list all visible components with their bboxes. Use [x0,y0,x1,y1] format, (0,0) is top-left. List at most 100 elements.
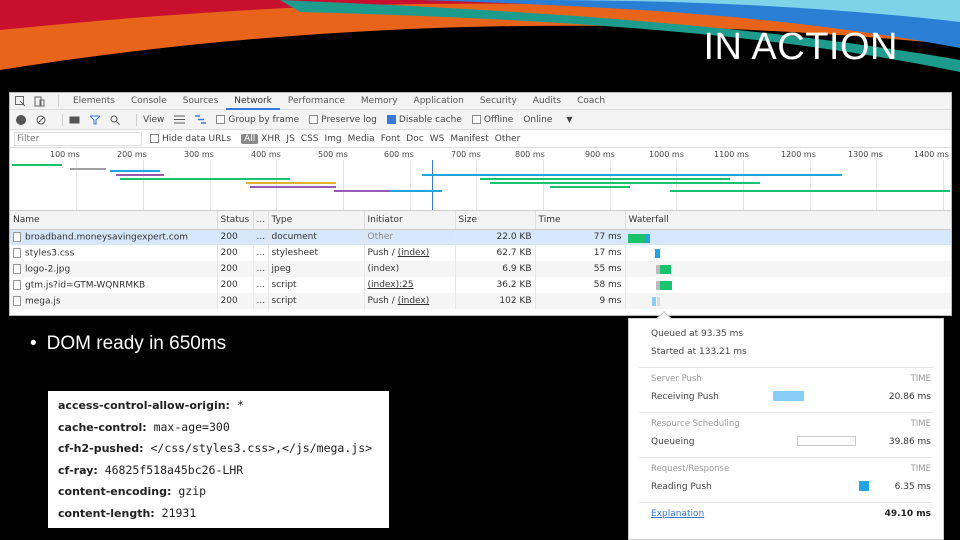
filter-type-xhr[interactable]: XHR [258,134,283,144]
throttling-select[interactable]: Online ▼ [523,115,572,125]
header-row: content-length: 21931 [58,503,379,525]
column-header-status[interactable]: Status [217,211,254,230]
tab-memory[interactable]: Memory [353,93,406,110]
waterfall-cell[interactable] [625,277,951,293]
overview-button[interactable] [195,115,207,124]
waterfall-bar [654,249,660,258]
record-button[interactable] [16,114,26,125]
type-cell: document [268,229,365,245]
request-name: mega.js [25,296,61,307]
waterfall-bar [659,281,672,290]
filter-type-font[interactable]: Font [378,134,404,144]
initiator-link[interactable]: (index):25 [368,280,414,290]
tab-audits[interactable]: Audits [525,93,569,110]
timeline-request-bar [422,174,842,176]
inspect-element-icon[interactable] [14,95,27,107]
search-button[interactable] [110,115,120,125]
more-cell: ... [253,293,269,309]
waterfall-cell[interactable] [625,261,951,277]
tab-network[interactable]: Network [226,93,280,110]
request-name-cell[interactable]: mega.js [10,293,218,309]
search-icon [110,115,120,125]
type-cell: jpeg [268,261,365,277]
filter-type-ws[interactable]: WS [427,134,448,144]
tab-performance[interactable]: Performance [280,93,353,110]
tab-elements[interactable]: Elements [65,93,123,110]
hide-data-urls-checkbox[interactable] [150,134,159,143]
filter-type-manifest[interactable]: Manifest [447,134,491,144]
filter-type-doc[interactable]: Doc [403,134,426,144]
waterfall-cell[interactable] [625,245,951,261]
initiator-link[interactable]: (index) [398,248,430,258]
size-cell: 22.0 KB [455,229,536,245]
offline-checkbox[interactable] [471,115,481,124]
screenshot-button[interactable] [69,115,80,124]
filter-input[interactable] [14,131,142,146]
filter-type-media[interactable]: Media [345,134,378,144]
hide-data-urls-option[interactable]: Hide data URLs [150,134,231,144]
table-row[interactable]: mega.js 200 ... script Push / (index) 10… [10,293,951,309]
request-name-cell[interactable]: gtm.js?id=GTM-WQNRMKB [10,277,218,293]
waterfall-cell[interactable] [625,293,951,309]
explanation-link[interactable]: Explanation [651,509,704,519]
grid-line [876,160,877,210]
disable-cache-checkbox[interactable] [386,115,396,124]
tab-security[interactable]: Security [472,93,525,110]
filter-toggle[interactable] [90,115,100,125]
grid-line [210,160,211,210]
tab-coach[interactable]: Coach [569,93,613,110]
column-header-type[interactable]: Type [268,211,365,230]
timeline-request-bar [246,182,336,184]
tab-console[interactable]: Console [123,93,175,110]
tab-sources[interactable]: Sources [175,93,227,110]
table-row[interactable]: gtm.js?id=GTM-WQNRMKB 200 ... script (in… [10,277,951,293]
column-header-size[interactable]: Size [455,211,536,230]
table-row[interactable]: styles3.css 200 ... stylesheet Push / (i… [10,245,951,261]
filter-type-other[interactable]: Other [492,134,524,144]
group-by-frame-checkbox[interactable] [216,115,226,124]
initiator-cell: (index):25 [364,277,456,293]
timeline-request-bar [490,182,760,184]
network-overview-timeline[interactable]: 100 ms 200 ms 300 ms 400 ms 500 ms 600 m… [10,148,951,211]
device-toolbar-icon[interactable] [33,96,46,107]
header-key: content-encoding: [58,485,172,498]
table-row[interactable]: logo-2.jpg 200 ... jpeg (index) 6.9 KB 5… [10,261,951,277]
preserve-log-option[interactable]: Preserve log [309,115,377,125]
waterfall-bar [645,233,650,243]
request-name-cell[interactable]: logo-2.jpg [10,261,218,277]
tab-application[interactable]: Application [406,93,472,110]
column-header-more[interactable]: ... [253,211,269,230]
filter-type-img[interactable]: Img [322,134,345,144]
initiator-link[interactable]: (index) [398,296,430,306]
header-key: access-control-allow-origin: [58,399,230,412]
column-header-name[interactable]: Name [10,211,218,230]
grid-line [276,160,277,210]
request-name-cell[interactable]: broadband.moneysavingexpert.com [10,229,218,245]
more-cell: ... [253,245,269,261]
column-header-waterfall[interactable]: Waterfall [625,211,951,230]
waterfall-bar [656,297,660,306]
tick-label: 1000 ms [649,150,684,159]
section-title: Server Push [651,374,702,384]
preserve-log-checkbox[interactable] [309,115,319,124]
clear-button[interactable] [36,115,46,125]
disable-cache-option[interactable]: Disable cache [386,115,462,125]
large-rows-button[interactable] [174,115,186,124]
column-header-time[interactable]: Time [535,211,626,230]
table-row[interactable]: broadband.moneysavingexpert.com 200 ... … [10,229,951,245]
initiator-prefix: Push / [367,296,398,306]
phase-label: Receiving Push [651,392,719,402]
group-by-frame-option[interactable]: Group by frame [216,115,299,125]
time-cell: 9 ms [535,293,626,309]
request-name-cell[interactable]: styles3.css [10,245,218,261]
filter-type-css[interactable]: CSS [298,134,322,144]
offline-option[interactable]: Offline [471,115,513,125]
column-header-initiator[interactable]: Initiator [364,211,456,230]
waterfall-cell[interactable] [625,229,951,245]
hide-data-urls-label: Hide data URLs [162,133,232,144]
filter-type-js[interactable]: JS [283,134,297,144]
initiator-cell: Other [364,229,456,245]
waterfall-bar [651,297,656,306]
initiator-cell: Push / (index) [364,245,456,261]
filter-type-all[interactable]: All [241,133,259,144]
